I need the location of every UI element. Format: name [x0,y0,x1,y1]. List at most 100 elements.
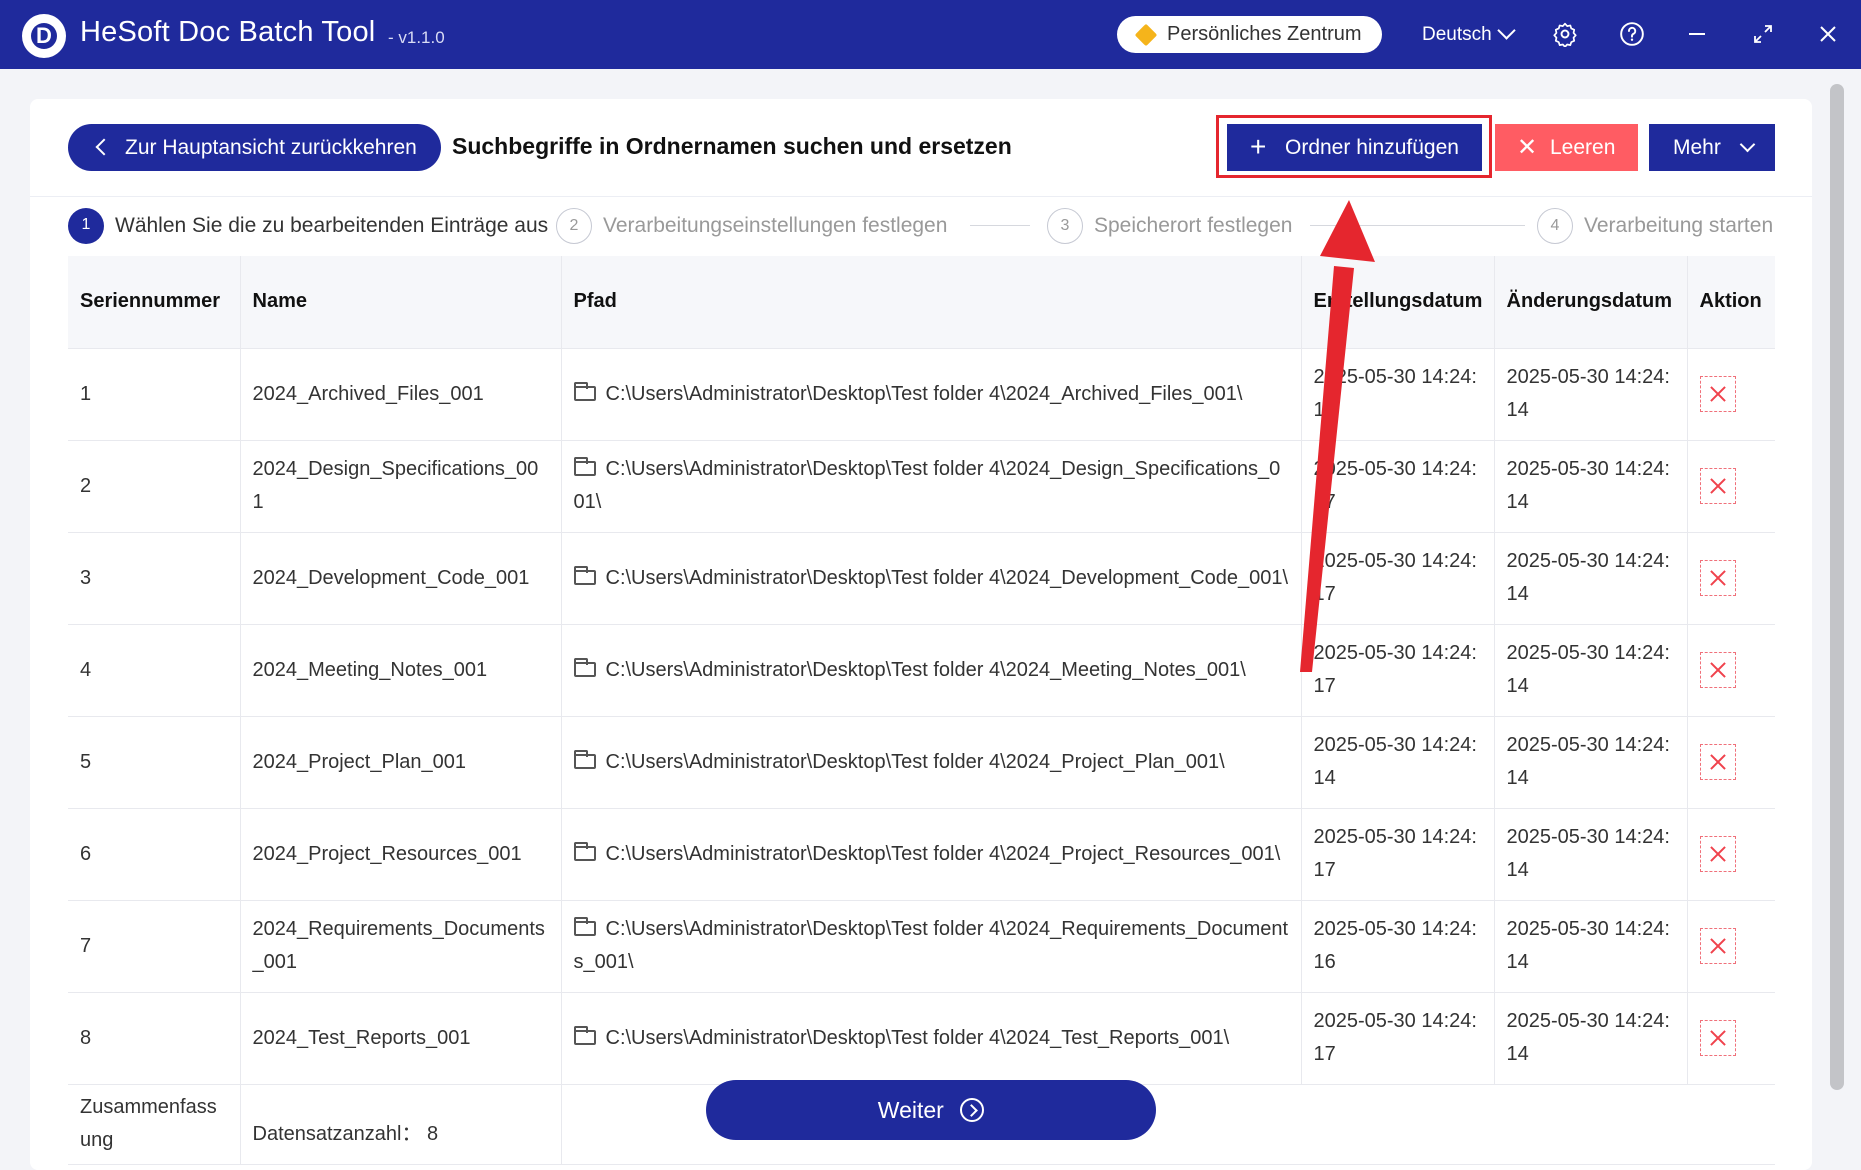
cell-created: 2025-05-30 14:24:18 [1301,348,1495,441]
delete-icon[interactable] [1699,836,1736,872]
add-folder-button[interactable]: + Ordner hinzufügen [1227,124,1482,171]
cell-path: C:\Users\Administrator\Desktop\Test fold… [561,900,1302,993]
delete-icon[interactable] [1699,652,1736,688]
cell-name: 2024_Project_Plan_001 [240,716,562,809]
vertical-scrollbar[interactable] [1830,84,1844,1090]
cell-name: 2024_Requirements_Documents_001 [240,900,562,993]
more-button[interactable]: Mehr [1649,124,1775,171]
back-label: Zur Hauptansicht zurückkehren [125,136,417,159]
folder-icon[interactable] [573,1025,596,1045]
app-version: - v1.1.0 [388,28,445,47]
cell-modified: 2025-05-30 14:24:14 [1494,808,1688,901]
table-row: 6 2024_Project_Resources_001 C:\Users\Ad… [68,808,1775,901]
close-icon[interactable] [1812,18,1844,50]
delete-icon[interactable] [1699,468,1736,504]
cell-id: 6 [68,808,241,901]
next-button[interactable]: Weiter [706,1080,1156,1140]
cell-name: 2024_Design_Specifications_001 [240,440,562,533]
cell-created: 2025-05-30 14:24:17 [1301,624,1495,717]
folder-icon[interactable] [573,657,596,677]
summary-empty [1687,1084,1775,1165]
diamond-icon [1134,23,1158,47]
folder-table: Seriennummer Name Pfad Erstellungsdatum … [68,256,1775,1165]
table-row: 5 2024_Project_Plan_001 C:\Users\Adminis… [68,716,1775,809]
plus-icon: + [1250,131,1267,162]
cell-action [1687,532,1775,625]
cell-action [1687,624,1775,717]
record-count: Datensatzanzahl： 8 [240,1084,562,1165]
summary-empty [1494,1084,1687,1165]
cell-created: 2025-05-30 14:24:17 [1301,808,1495,901]
cell-modified: 2025-05-30 14:24:14 [1494,624,1688,717]
folder-icon[interactable] [573,841,596,861]
cell-modified: 2025-05-30 14:24:14 [1494,532,1688,625]
summary-empty [1301,1084,1494,1165]
step-label: Wählen Sie die zu bearbeitenden Einträge… [115,214,549,237]
table-row: 8 2024_Test_Reports_001 C:\Users\Adminis… [68,992,1775,1085]
cell-path: C:\Users\Administrator\Desktop\Test fold… [561,808,1302,901]
folder-icon[interactable] [573,457,596,476]
page-title: Suchbegriffe in Ordnernamen suchen und e… [452,133,1012,159]
next-label: Weiter [877,1097,944,1123]
title-bar: D HeSoft Doc Batch Tool - v1.1.0 Persönl… [0,0,1861,69]
delete-icon[interactable] [1699,1020,1736,1056]
gear-icon[interactable] [1549,18,1581,50]
cell-id: 1 [68,348,241,441]
cell-name: 2024_Meeting_Notes_001 [240,624,562,717]
back-to-main-button[interactable]: Zur Hauptansicht zurückkehren [68,124,441,171]
app-logo-icon: D [22,14,66,58]
cell-action [1687,716,1775,809]
folder-icon[interactable] [573,381,596,401]
help-icon[interactable] [1616,18,1648,50]
table-row: 2 2024_Design_Specifications_001 C:\User… [68,440,1775,533]
folder-icon[interactable] [573,749,596,769]
minimize-icon[interactable] [1681,18,1713,50]
step-label: Verarbeitung starten [1584,214,1774,237]
cell-action [1687,348,1775,441]
table-row: 4 2024_Meeting_Notes_001 C:\Users\Admini… [68,624,1775,717]
cell-action [1687,992,1775,1085]
close-icon: ✕ [1517,134,1538,161]
delete-icon[interactable] [1699,560,1736,596]
table-row: 1 2024_Archived_Files_001 C:\Users\Admin… [68,348,1775,441]
cell-modified: 2025-05-30 14:24:14 [1494,348,1688,441]
arrow-right-circle-icon [960,1098,985,1122]
cell-name: 2024_Test_Reports_001 [240,992,562,1085]
column-header: Seriennummer [68,256,241,349]
chevron-left-icon [95,138,113,156]
folder-icon[interactable] [573,917,596,936]
cell-action [1687,808,1775,901]
maximize-icon[interactable] [1747,18,1779,50]
delete-icon[interactable] [1699,376,1736,412]
chevron-down-icon[interactable] [1497,21,1516,40]
delete-icon[interactable] [1699,744,1736,780]
personal-center-label: Persönliches Zentrum [1167,23,1362,45]
cell-id: 5 [68,716,241,809]
cell-created: 2025-05-30 14:24:17 [1301,992,1495,1085]
add-folder-label: Ordner hinzufügen [1285,136,1459,159]
personal-center-button[interactable]: Persönliches Zentrum [1117,16,1382,53]
table-row: 3 2024_Development_Code_001 C:\Users\Adm… [68,532,1775,625]
cell-name: 2024_Archived_Files_001 [240,348,562,441]
cell-modified: 2025-05-30 14:24:14 [1494,992,1688,1085]
column-header: Name [240,256,562,349]
delete-icon[interactable] [1699,928,1736,964]
step-number: 3 [1047,208,1083,244]
cell-modified: 2025-05-30 14:24:14 [1494,900,1688,993]
cell-path: C:\Users\Administrator\Desktop\Test fold… [561,716,1302,809]
cell-id: 8 [68,992,241,1085]
cell-path: C:\Users\Administrator\Desktop\Test fold… [561,624,1302,717]
language-select[interactable]: Deutsch [1422,24,1492,46]
folder-icon[interactable] [573,565,596,585]
cell-created: 2025-05-30 14:24:14 [1301,716,1495,809]
clear-label: Leeren [1550,136,1616,159]
column-header: Erstellungsdatum [1301,256,1495,349]
more-label: Mehr [1673,136,1721,159]
cell-action [1687,440,1775,533]
step-connector [970,225,1030,226]
step-connector [1360,225,1525,226]
cell-path: C:\Users\Administrator\Desktop\Test fold… [561,440,1302,533]
table-row: 7 2024_Requirements_Documents_001 C:\Use… [68,900,1775,993]
step-label: Speicherort festlegen [1094,214,1293,237]
clear-button[interactable]: ✕ Leeren [1495,124,1638,171]
